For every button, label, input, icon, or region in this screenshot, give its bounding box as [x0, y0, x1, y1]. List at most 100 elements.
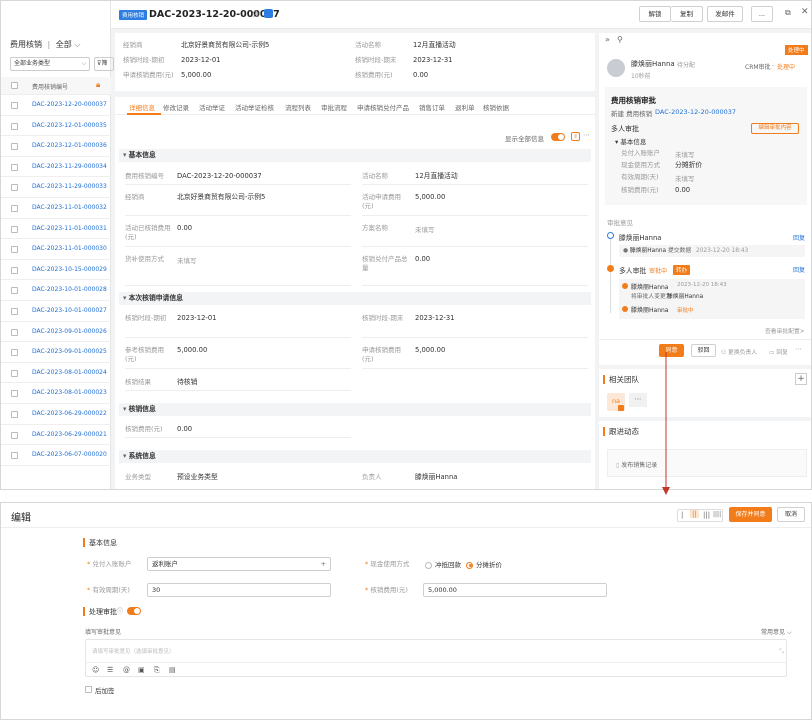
row-checkbox[interactable]	[11, 431, 18, 439]
table-row[interactable]: DAC-2023-11-29-000034	[1, 157, 111, 178]
close-icon[interactable]: ✕	[801, 7, 809, 17]
layout-4col-icon[interactable]: ||||	[713, 511, 721, 518]
section-header-writeoff[interactable]: 核销信息	[119, 403, 591, 416]
radio-allocate-discount[interactable]: 分摊折价	[466, 559, 502, 569]
summary-value-dealer[interactable]: 北京好景商贸有限公司-示例5	[181, 41, 269, 50]
share-icon[interactable]	[264, 9, 273, 18]
table-row[interactable]: DAC-2023-10-01-000028	[1, 280, 111, 301]
collapse-icon[interactable]: »	[605, 35, 610, 44]
send-email-button[interactable]: 发邮件	[707, 6, 743, 22]
table-row[interactable]: DAC-2023-08-01-000024	[1, 363, 111, 384]
summary-value-activity[interactable]: 12月直播活动	[413, 41, 456, 50]
table-row[interactable]: DAC-2023-08-01-000023	[1, 383, 111, 404]
resize-handle-icon[interactable]: ⤡	[779, 648, 784, 656]
more-dots-icon[interactable]: ⋯	[583, 131, 590, 139]
record-id-link[interactable]: DAC-2023-11-29-000034	[32, 163, 107, 170]
row-checkbox[interactable]	[11, 102, 18, 109]
edit-approval-content-button[interactable]: 编辑审批内容	[751, 123, 799, 134]
print-icon[interactable]: ⎙	[252, 9, 258, 19]
copy-button[interactable]: 复制	[671, 6, 703, 22]
table-row[interactable]: DAC-2023-10-15-000029	[1, 260, 111, 281]
reject-button[interactable]: 驳回	[691, 344, 716, 357]
row-checkbox[interactable]	[11, 308, 18, 315]
emoji-icon[interactable]: ☺	[92, 666, 99, 674]
record-id-link[interactable]: DAC-2023-12-20-000037	[32, 101, 107, 108]
filter-button[interactable]: ⊽筛	[94, 57, 114, 71]
section-header-basic[interactable]: 基本信息	[119, 149, 591, 162]
record-id-link[interactable]: DAC-2023-06-29-000022	[32, 410, 107, 417]
layout-3col-icon[interactable]: |||	[703, 511, 710, 519]
record-id-link[interactable]: DAC-2023-06-07-000020	[32, 451, 107, 458]
reply-button[interactable]: ▭ 回复	[769, 347, 788, 356]
table-row[interactable]: DAC-2023-11-01-000032	[1, 198, 111, 219]
list-icon[interactable]: ☰	[107, 666, 113, 674]
row-checkbox[interactable]	[11, 390, 18, 398]
field-value-link[interactable]: 北京好景商贸有限公司-示例5	[177, 193, 265, 202]
table-row[interactable]: DAC-2023-06-29-000021	[1, 425, 111, 446]
table-row[interactable]: DAC-2023-10-01-000027	[1, 301, 111, 322]
basic-info-toggle[interactable]: ▾ 基本信息	[615, 136, 646, 146]
record-id-link[interactable]: DAC-2023-11-01-000032	[32, 204, 107, 211]
record-id-link[interactable]: DAC-2023-08-01-000023	[32, 389, 107, 396]
record-id-link[interactable]: DAC-2023-12-01-000035	[32, 122, 107, 129]
save-and-approve-button[interactable]: 保存并同意	[729, 507, 772, 522]
radio-offset-payment[interactable]: 冲抵回款	[425, 559, 461, 569]
row-checkbox[interactable]	[11, 122, 18, 130]
reply-link[interactable]: 回复	[793, 265, 805, 274]
table-row[interactable]: DAC-2023-12-20-000037	[1, 95, 111, 116]
unlock-button[interactable]: 解锁	[639, 6, 671, 22]
record-id-link[interactable]: DAC-2023-10-01-000028	[32, 286, 107, 293]
tab-proof[interactable]: 活动举证	[199, 102, 225, 112]
record-id-link[interactable]: DAC-2023-09-01-000026	[32, 328, 107, 335]
opinion-textarea[interactable]: 请填写审批意见（选填审批意见）	[92, 647, 175, 655]
table-row[interactable]: DAC-2023-11-29-000033	[1, 177, 111, 198]
new-record-link[interactable]: DAC-2023-12-20-000037	[655, 108, 736, 116]
row-checkbox[interactable]	[11, 328, 18, 336]
image-icon[interactable]: ▣	[138, 666, 145, 674]
tab-history[interactable]: 修改记录	[163, 102, 189, 112]
record-id-link[interactable]: DAC-2023-11-01-000030	[32, 245, 107, 252]
writeoff-amount-input[interactable]: 5,000.00	[423, 583, 607, 597]
row-checkbox[interactable]	[11, 246, 18, 254]
list-filter-dropdown[interactable]: 全部	[56, 40, 72, 49]
record-id-link[interactable]: DAC-2023-12-01-000036	[32, 142, 107, 149]
row-checkbox[interactable]	[11, 163, 18, 171]
table-row[interactable]: DAC-2023-09-01-000025	[1, 342, 111, 363]
table-row[interactable]: DAC-2023-11-01-000030	[1, 239, 111, 260]
add-team-member-button[interactable]: +	[795, 373, 807, 385]
table-row[interactable]: DAC-2023-12-01-000036	[1, 136, 111, 157]
record-id-link[interactable]: DAC-2023-10-15-000029	[32, 266, 107, 273]
tab-redeem-products[interactable]: 申请核销兑付产品	[357, 102, 409, 112]
row-checkbox[interactable]	[11, 225, 18, 233]
transfer-tag[interactable]: 转办	[673, 265, 691, 275]
record-id-link[interactable]: DAC-2023-09-01-000025	[32, 348, 107, 355]
record-id-link[interactable]: DAC-2023-11-29-000033	[32, 183, 107, 190]
table-row[interactable]: DAC-2023-11-01-000031	[1, 219, 111, 240]
cancel-button[interactable]: 取消	[777, 507, 805, 522]
layout-1col-icon[interactable]: |	[681, 511, 683, 519]
field-value-link[interactable]: 12月直播活动	[415, 172, 458, 181]
table-row[interactable]: DAC-2023-12-01-000035	[1, 116, 111, 137]
tab-proof-check[interactable]: 活动举证检核	[235, 102, 274, 112]
record-id-link[interactable]: DAC-2023-08-01-000024	[32, 369, 107, 376]
mention-icon[interactable]: @	[123, 666, 130, 674]
row-checkbox[interactable]	[11, 369, 18, 377]
section-header-apply[interactable]: 本次核销申请信息	[119, 292, 591, 305]
row-checkbox[interactable]	[11, 184, 18, 192]
row-checkbox[interactable]	[11, 452, 18, 460]
tab-rebate[interactable]: 退利单	[455, 102, 475, 112]
tab-approval-flow[interactable]: 审批流程	[321, 102, 347, 112]
table-row[interactable]: DAC-2023-06-07-000020	[1, 445, 111, 466]
select-all-checkbox[interactable]	[11, 82, 18, 89]
validity-input[interactable]: 30	[147, 583, 331, 597]
attachment-icon[interactable]: ⎘	[154, 666, 160, 675]
view-approval-config-link[interactable]: 查看审批配置>	[765, 326, 805, 335]
more-button[interactable]: ...	[751, 6, 773, 22]
row-checkbox[interactable]	[11, 349, 18, 357]
team-more-button[interactable]: ⋯	[629, 393, 647, 407]
more-actions-icon[interactable]: ⋯	[795, 345, 802, 353]
show-all-toggle[interactable]	[551, 133, 565, 141]
publish-sales-record[interactable]: ▯ 发布销售记录	[607, 449, 807, 477]
pin-icon[interactable]: ⚲	[617, 35, 623, 44]
row-checkbox[interactable]	[11, 143, 18, 151]
